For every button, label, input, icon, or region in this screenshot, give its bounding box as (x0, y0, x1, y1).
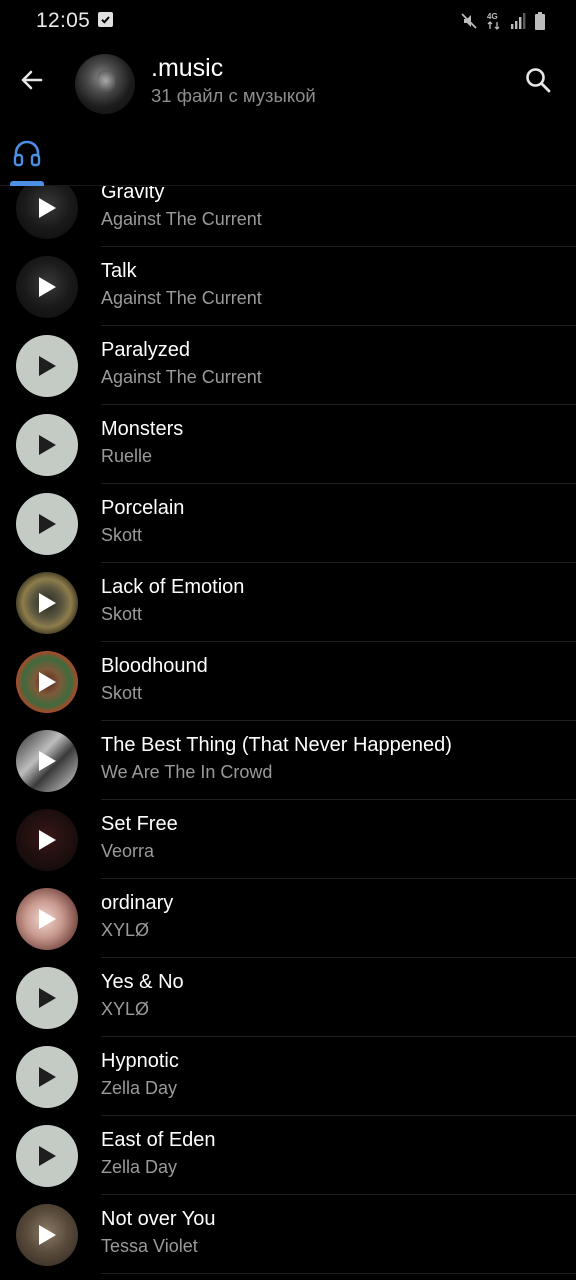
track-title: Not over You (101, 1208, 216, 1230)
search-button[interactable] (518, 60, 558, 100)
track-cover[interactable] (16, 256, 78, 318)
track-cover[interactable] (16, 1046, 78, 1108)
track-artist: Veorra (101, 841, 155, 861)
play-icon[interactable] (16, 572, 78, 634)
track-title: Bloodhound (101, 655, 208, 677)
track-list-inner: Gravity Against The Current Talk Against… (0, 186, 576, 1274)
arrow-left-icon (21, 70, 43, 90)
track-item[interactable]: Porcelain Skott (0, 484, 576, 563)
track-title: Porcelain (101, 497, 185, 519)
track-cover[interactable] (16, 572, 78, 634)
chat-title[interactable]: .music (151, 54, 223, 83)
track-artist: Skott (101, 683, 143, 703)
track-artist: Skott (101, 604, 143, 624)
status-bar: 12:05 4G (0, 0, 576, 44)
play-icon[interactable] (16, 493, 78, 555)
signal-icon (510, 12, 526, 30)
chat-subtitle: 31 файл с музыкой (151, 85, 316, 106)
tab-music[interactable] (8, 136, 46, 170)
track-artist: XYLØ (101, 999, 150, 1019)
track-item[interactable]: Monsters Ruelle (0, 405, 576, 484)
play-icon[interactable] (16, 186, 78, 239)
track-artist: We Are The In Crowd (101, 762, 273, 782)
divider (101, 1273, 576, 1274)
play-icon[interactable] (16, 1204, 78, 1266)
play-icon[interactable] (16, 967, 78, 1029)
track-title: Talk (101, 260, 137, 282)
headphones-icon (13, 140, 41, 167)
track-cover[interactable] (16, 186, 78, 239)
track-cover[interactable] (16, 730, 78, 792)
play-icon[interactable] (16, 1125, 78, 1187)
track-item[interactable]: Talk Against The Current (0, 247, 576, 326)
track-artist: Against The Current (101, 367, 262, 387)
track-cover[interactable] (16, 888, 78, 950)
track-artist: Zella Day (101, 1078, 178, 1098)
track-cover[interactable] (16, 335, 78, 397)
track-artist: Tessa Violet (101, 1236, 198, 1256)
mute-icon (460, 12, 478, 30)
battery-icon (534, 11, 546, 31)
track-artist: Zella Day (101, 1157, 178, 1177)
track-item[interactable]: Gravity Against The Current (0, 186, 576, 247)
track-title: The Best Thing (That Never Happened) (101, 734, 452, 756)
screen: 12:05 4G .music 31 файл с музыкой Gravit… (0, 0, 576, 1280)
play-icon[interactable] (16, 888, 78, 950)
track-title: Lack of Emotion (101, 576, 245, 598)
status-icons: 4G (460, 11, 546, 31)
track-item[interactable]: East of Eden Zella Day (0, 1116, 576, 1195)
track-title: Yes & No (101, 971, 184, 993)
track-cover[interactable] (16, 967, 78, 1029)
track-item[interactable]: ordinary XYLØ (0, 879, 576, 958)
play-icon[interactable] (16, 1046, 78, 1108)
track-cover[interactable] (16, 1204, 78, 1266)
play-icon[interactable] (16, 651, 78, 713)
track-title: Set Free (101, 813, 178, 835)
track-item[interactable]: The Best Thing (That Never Happened) We … (0, 721, 576, 800)
chat-header: .music 31 файл с музыкой (0, 44, 576, 128)
play-icon[interactable] (16, 335, 78, 397)
track-cover[interactable] (16, 493, 78, 555)
notification-check-icon (98, 12, 113, 27)
track-list[interactable]: Gravity Against The Current Talk Against… (0, 186, 576, 1280)
track-cover[interactable] (16, 1125, 78, 1187)
back-button[interactable] (12, 60, 52, 100)
track-title: Monsters (101, 418, 184, 440)
track-title: Paralyzed (101, 339, 190, 361)
track-cover[interactable] (16, 809, 78, 871)
track-artist: XYLØ (101, 920, 150, 940)
track-title: East of Eden (101, 1129, 216, 1151)
play-icon[interactable] (16, 809, 78, 871)
play-icon[interactable] (16, 730, 78, 792)
track-item[interactable]: Set Free Veorra (0, 800, 576, 879)
track-item[interactable]: Hypnotic Zella Day (0, 1037, 576, 1116)
track-item[interactable]: Lack of Emotion Skott (0, 563, 576, 642)
track-title: ordinary (101, 892, 174, 914)
track-artist: Against The Current (101, 209, 262, 229)
track-item[interactable]: Not over You Tessa Violet (0, 1195, 576, 1274)
search-icon (526, 68, 551, 93)
track-artist: Against The Current (101, 288, 262, 308)
network-4g-icon: 4G (486, 11, 502, 31)
play-icon[interactable] (16, 256, 78, 318)
media-tab-bar (0, 128, 576, 186)
svg-text:4G: 4G (487, 12, 498, 21)
status-time: 12:05 (36, 9, 91, 32)
track-cover[interactable] (16, 651, 78, 713)
track-item[interactable]: Paralyzed Against The Current (0, 326, 576, 405)
track-item[interactable]: Yes & No XYLØ (0, 958, 576, 1037)
track-title: Hypnotic (101, 1050, 179, 1072)
chat-avatar[interactable] (75, 54, 135, 114)
play-icon[interactable] (16, 414, 78, 476)
track-item[interactable]: Bloodhound Skott (0, 642, 576, 721)
track-cover[interactable] (16, 414, 78, 476)
track-artist: Ruelle (101, 446, 153, 466)
track-title: Gravity (101, 186, 165, 203)
track-artist: Skott (101, 525, 143, 545)
